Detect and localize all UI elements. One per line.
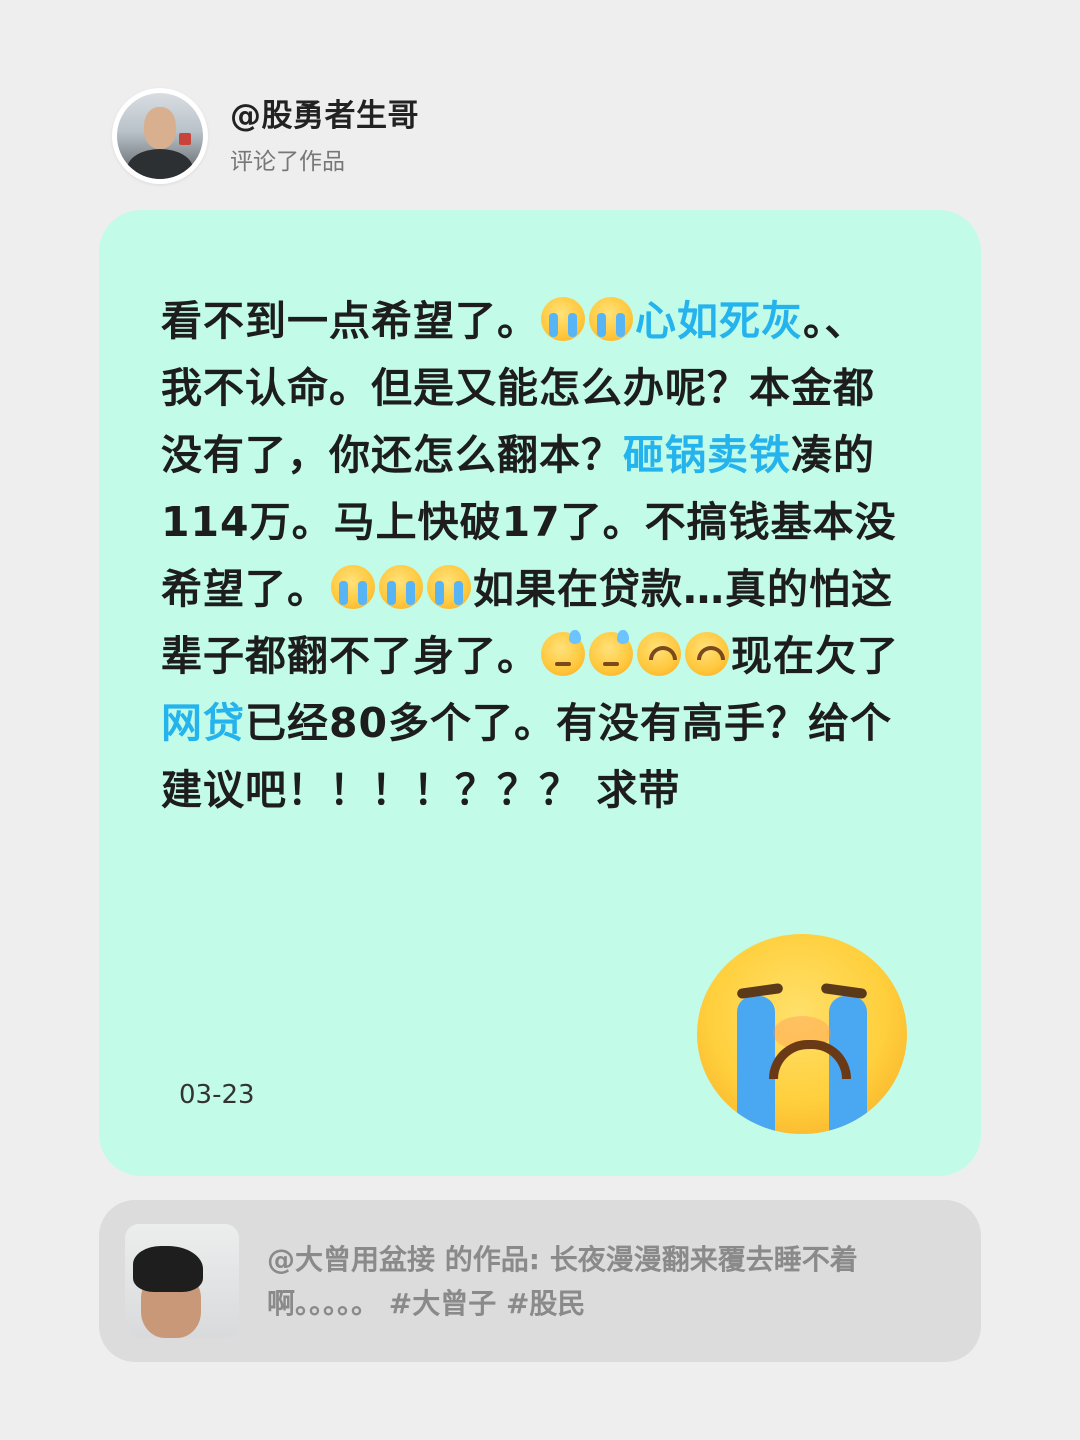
referenced-post-text[interactable]: @大曾用盆接 的作品: 长夜漫漫翻来覆去睡不着啊。。。。。 #大曾子 #股民: [267, 1238, 937, 1326]
comment-card: 看不到一点希望了。 心如死灰。、我不认命。但是又能怎么办呢？本金都没有了，你还怎么…: [99, 210, 981, 1176]
keyword-link[interactable]: 心如死灰: [635, 297, 803, 345]
loudly-crying-face-icon: [541, 297, 585, 341]
upside-down-face-icon: [637, 632, 681, 676]
header-text: @股勇者生哥 评论了作品: [230, 96, 419, 176]
big-loudly-crying-face-icon: [697, 934, 907, 1134]
keyword-link[interactable]: 砸锅卖铁: [623, 431, 791, 479]
comment-text-segment: 已经80多个了。有没有高手？给个建议吧！！！！？？？ 求带: [161, 699, 893, 814]
avatar-body-shape: [127, 149, 193, 179]
avatar-background-detail: [179, 133, 191, 145]
referenced-post-card[interactable]: @大曾用盆接 的作品: 长夜漫漫翻来覆去睡不着啊。。。。。 #大曾子 #股民: [99, 1200, 981, 1362]
user-avatar[interactable]: [112, 88, 208, 184]
comment-text: 看不到一点希望了。 心如死灰。、我不认命。但是又能怎么办呢？本金都没有了，你还怎么…: [161, 288, 901, 824]
downcast-sweat-face-icon: [541, 630, 585, 676]
tear-left: [737, 996, 775, 1134]
comment-text-segment: 看不到一点希望了。: [161, 297, 539, 345]
avatar-image: [117, 93, 203, 179]
referenced-post-thumbnail[interactable]: [125, 1224, 239, 1338]
comment-date: 03-23: [179, 1080, 255, 1110]
upside-down-face-icon: [685, 632, 729, 676]
loudly-crying-face-icon: [379, 565, 423, 609]
loudly-crying-face-icon: [427, 565, 471, 609]
loudly-crying-face-icon: [589, 297, 633, 341]
avatar-face-shape: [144, 107, 176, 149]
action-label: 评论了作品: [230, 149, 345, 175]
thumbnail-hair-shape: [133, 1246, 203, 1292]
comment-text-segment: 现在欠了: [731, 632, 899, 680]
downcast-sweat-face-icon: [589, 630, 633, 676]
username[interactable]: @股勇者生哥: [230, 96, 419, 136]
comment-header: @股勇者生哥 评论了作品: [112, 88, 419, 184]
keyword-link[interactable]: 网贷: [161, 699, 245, 747]
loudly-crying-face-icon: [331, 565, 375, 609]
